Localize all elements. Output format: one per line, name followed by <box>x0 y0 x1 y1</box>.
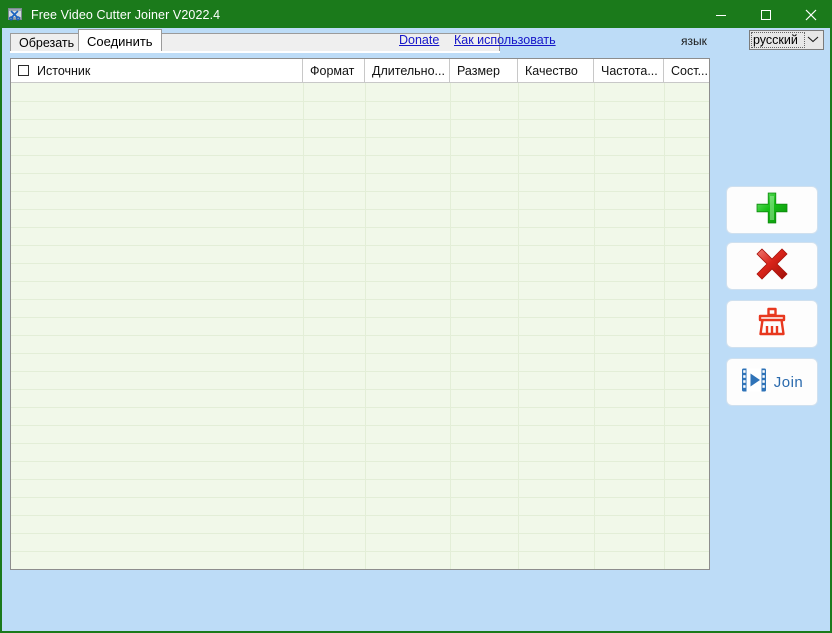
grid-column-line <box>365 83 366 570</box>
file-list-header: Источник Формат Длительно... Размер Качество… <box>11 59 709 83</box>
grid-row-line <box>11 317 709 318</box>
column-header-label: Частота... <box>601 64 658 78</box>
grid-row-line <box>11 119 709 120</box>
add-files-button[interactable] <box>726 186 818 234</box>
grid-row-line <box>11 173 709 174</box>
chevron-down-icon <box>805 35 821 46</box>
grid-column-line <box>594 83 595 570</box>
grid-row-line <box>11 461 709 462</box>
grid-row-line <box>11 533 709 534</box>
column-header-format[interactable]: Формат <box>303 59 365 82</box>
minimize-button[interactable] <box>698 2 743 28</box>
how-to-use-link[interactable]: Как использовать <box>454 33 556 47</box>
tab-strip-filler <box>155 33 500 52</box>
grid-row-line <box>11 209 709 210</box>
column-header-source[interactable]: Источник <box>11 59 303 82</box>
file-list-body[interactable] <box>11 83 709 570</box>
grid-row-line <box>11 155 709 156</box>
grid-row-line <box>11 425 709 426</box>
tab-cut[interactable]: Обрезать <box>10 33 83 52</box>
grid-row-line <box>11 299 709 300</box>
grid-column-line <box>450 83 451 570</box>
file-list-panel[interactable]: Источник Формат Длительно... Размер Качество… <box>10 58 710 570</box>
film-scissors-icon <box>8 7 24 23</box>
column-header-status[interactable]: Сост... <box>664 59 709 82</box>
grid-row-line <box>11 443 709 444</box>
column-header-label: Размер <box>457 64 500 78</box>
close-button[interactable] <box>788 2 832 28</box>
film-icon <box>741 367 767 398</box>
select-all-checkbox[interactable] <box>18 65 29 76</box>
column-header-size[interactable]: Размер <box>450 59 518 82</box>
language-select[interactable]: русский <box>749 30 824 50</box>
grid-row-line <box>11 389 709 390</box>
grid-column-line <box>664 83 665 570</box>
grid-row-line <box>11 101 709 102</box>
tab-join[interactable]: Соединить <box>78 29 162 53</box>
grid-row-line <box>11 371 709 372</box>
window-title: Free Video Cutter Joiner V2022.4 <box>31 8 220 22</box>
language-label: язык <box>681 34 707 48</box>
broom-icon <box>756 306 788 343</box>
column-header-label: Сост... <box>671 64 708 78</box>
column-header-label: Длительно... <box>372 64 445 78</box>
grid-column-line <box>518 83 519 570</box>
grid-row-line <box>11 191 709 192</box>
plus-icon <box>755 191 789 230</box>
grid-column-line <box>303 83 304 570</box>
tab-join-label: Соединить <box>87 34 153 49</box>
window-controls <box>698 2 832 28</box>
column-header-rate[interactable]: Частота... <box>594 59 664 82</box>
maximize-icon <box>760 9 772 21</box>
minimize-icon <box>715 9 727 21</box>
grid-row-line <box>11 335 709 336</box>
column-header-duration[interactable]: Длительно... <box>365 59 450 82</box>
clear-list-button[interactable] <box>726 300 818 348</box>
grid-row-line <box>11 353 709 354</box>
tab-cut-label: Обрезать <box>19 36 74 50</box>
close-icon <box>804 8 818 22</box>
grid-row-line <box>11 227 709 228</box>
column-header-quality[interactable]: Качество <box>518 59 594 82</box>
maximize-button[interactable] <box>743 2 788 28</box>
grid-row-line <box>11 479 709 480</box>
grid-row-line <box>11 281 709 282</box>
language-select-value: русский <box>751 32 805 48</box>
column-header-label: Формат <box>310 64 354 78</box>
grid-row-line <box>11 407 709 408</box>
cross-icon <box>755 247 789 286</box>
grid-row-line <box>11 263 709 264</box>
grid-row-line <box>11 137 709 138</box>
app-window: Free Video Cutter Joiner V2022.4 <box>0 0 832 633</box>
join-button-label: Join <box>774 374 804 391</box>
grid-row-line <box>11 551 709 552</box>
grid-row-line <box>11 515 709 516</box>
join-button[interactable]: Join <box>726 358 818 406</box>
column-header-label: Качество <box>525 64 578 78</box>
remove-file-button[interactable] <box>726 242 818 290</box>
tab-underline <box>10 51 500 53</box>
grid-row-line <box>11 569 709 570</box>
grid-row-line <box>11 497 709 498</box>
donate-link[interactable]: Donate <box>399 33 439 47</box>
title-bar: Free Video Cutter Joiner V2022.4 <box>2 2 832 28</box>
column-header-label: Источник <box>37 64 90 78</box>
grid-row-line <box>11 245 709 246</box>
